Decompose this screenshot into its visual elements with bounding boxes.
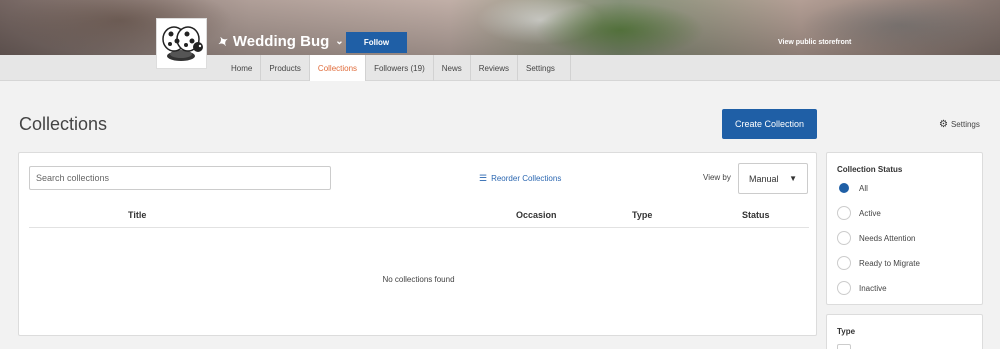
type-filter-title: Type: [837, 327, 856, 336]
view-by-value: Manual: [749, 173, 779, 184]
collections-panel: ☰ Reorder Collections View by Manual ▼ T…: [18, 152, 817, 336]
nav-tabs: Home Products Collections Followers (19)…: [223, 55, 571, 81]
tab-products[interactable]: Products: [261, 55, 310, 81]
settings-link[interactable]: ⚙ Settings: [939, 119, 980, 130]
status-option-label: Ready to Migrate: [859, 258, 920, 268]
empty-state-message: No collections found: [382, 275, 455, 284]
tab-reviews[interactable]: Reviews: [471, 55, 518, 81]
column-header-occasion[interactable]: Occasion: [516, 210, 557, 220]
column-header-type[interactable]: Type: [632, 210, 652, 220]
banner-overlay: [0, 0, 1000, 55]
tab-news[interactable]: News: [434, 55, 471, 81]
type-checkbox[interactable]: [837, 344, 851, 349]
tab-settings[interactable]: Settings: [518, 55, 571, 81]
status-filter-panel: Collection Status All Active Needs Atten…: [826, 152, 983, 305]
status-option-all[interactable]: All: [837, 181, 868, 195]
tab-collections[interactable]: Collections: [309, 55, 367, 81]
type-filter-panel: Type: [826, 314, 983, 349]
table-divider: [29, 227, 809, 228]
column-header-status[interactable]: Status: [742, 210, 770, 220]
status-option-label: Needs Attention: [859, 233, 916, 243]
radio-ready-to-migrate[interactable]: [837, 256, 851, 270]
caret-down-icon: ▼: [789, 174, 797, 183]
column-header-title[interactable]: Title: [128, 210, 146, 220]
store-name-text: Wedding Bug: [232, 33, 330, 50]
ladybug-logo: [162, 26, 203, 61]
status-option-inactive[interactable]: Inactive: [837, 281, 887, 295]
status-filter-title: Collection Status: [837, 165, 903, 174]
status-option-active[interactable]: Active: [837, 206, 881, 220]
pin-icon: ✦: [214, 31, 232, 51]
radio-needs-attention[interactable]: [837, 231, 851, 245]
reorder-label: Reorder Collections: [491, 174, 562, 183]
page-title: Collections: [19, 114, 108, 134]
reorder-collections-link[interactable]: ☰ Reorder Collections: [479, 173, 561, 184]
view-by-select[interactable]: Manual ▼: [738, 163, 808, 194]
gear-icon: ⚙: [939, 119, 948, 130]
follow-button[interactable]: Follow: [346, 32, 407, 53]
create-collection-button[interactable]: Create Collection: [722, 109, 817, 139]
menu-icon: ☰: [479, 173, 488, 183]
tab-home[interactable]: Home: [223, 55, 262, 81]
store-nav: Home Products Collections Followers (19)…: [0, 55, 1000, 81]
radio-inactive[interactable]: [837, 281, 851, 295]
settings-link-label: Settings: [950, 120, 980, 129]
tab-followers[interactable]: Followers (19): [366, 55, 434, 81]
radio-all[interactable]: [837, 181, 851, 195]
status-option-label: All: [859, 183, 868, 193]
view-by-label: View by: [703, 173, 731, 182]
status-option-label: Active: [859, 208, 881, 218]
status-option-ready-to-migrate[interactable]: Ready to Migrate: [837, 256, 920, 270]
store-logo[interactable]: [156, 18, 207, 69]
search-input[interactable]: [29, 166, 331, 190]
radio-active[interactable]: [837, 206, 851, 220]
status-option-needs-attention[interactable]: Needs Attention: [837, 231, 915, 245]
store-name[interactable]: ✦ Wedding Bug ⌄: [214, 31, 344, 51]
view-storefront-link[interactable]: View public storefront: [778, 39, 851, 46]
status-option-label: Inactive: [859, 283, 887, 293]
chevron-down-icon[interactable]: ⌄: [335, 36, 343, 47]
